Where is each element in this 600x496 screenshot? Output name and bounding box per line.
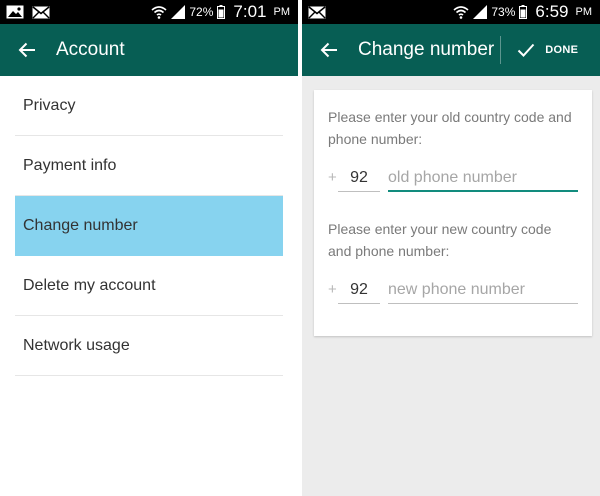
- new-number-section: Please enter your new country code and p…: [328, 218, 578, 304]
- menu-item-privacy[interactable]: Privacy: [15, 76, 283, 136]
- signal-icon: [473, 5, 488, 19]
- old-number-prompt: Please enter your old country code and p…: [328, 109, 572, 147]
- page-title: Account: [56, 39, 125, 60]
- account-screen: 72% 7:01 PM Account Privacy Payment info …: [0, 0, 298, 496]
- image-icon: [6, 5, 24, 19]
- signal-icon: [171, 5, 186, 19]
- status-bar: 72% 7:01 PM: [0, 0, 298, 24]
- old-number-section: Please enter your old country code and p…: [328, 106, 578, 192]
- page-title: Change number: [358, 39, 495, 60]
- new-country-code-input[interactable]: [338, 280, 380, 304]
- comparison-screenshot: 72% 7:01 PM Account Privacy Payment info …: [0, 0, 600, 496]
- wifi-icon: [453, 5, 469, 19]
- clock-time: 7:01: [233, 2, 267, 21]
- mail-icon: [308, 5, 326, 19]
- check-icon: [517, 43, 535, 57]
- status-bar: 73% 6:59 PM: [302, 0, 600, 24]
- clock-time: 6:59: [535, 2, 569, 21]
- wifi-icon: [151, 5, 167, 19]
- new-phone-row: +: [328, 276, 578, 304]
- arrow-back-icon[interactable]: [16, 39, 38, 61]
- battery-percent: 73%: [491, 5, 516, 19]
- old-phone-number-input[interactable]: [388, 168, 578, 192]
- plus-sign: +: [328, 169, 337, 186]
- new-number-prompt: Please enter your new country code and p…: [328, 221, 552, 259]
- old-phone-row: +: [328, 164, 578, 192]
- battery-percent: 72%: [189, 5, 214, 19]
- clock-ampm: PM: [273, 6, 291, 18]
- battery-icon: [519, 5, 528, 19]
- done-button[interactable]: DONE: [517, 43, 578, 57]
- mail-icon: [32, 5, 50, 19]
- battery-icon: [217, 5, 226, 19]
- new-phone-number-input[interactable]: [388, 280, 578, 304]
- menu-item-change-number[interactable]: Change number: [15, 196, 283, 256]
- done-label: DONE: [545, 44, 579, 56]
- arrow-back-icon[interactable]: [318, 39, 340, 61]
- clock-ampm: PM: [575, 6, 593, 18]
- old-country-code-input[interactable]: [338, 168, 380, 192]
- appbar-divider: [500, 36, 502, 64]
- change-number-form: Please enter your old country code and p…: [314, 90, 592, 336]
- account-menu: Privacy Payment info Change number Delet…: [0, 76, 298, 376]
- menu-item-payment-info[interactable]: Payment info: [15, 136, 283, 196]
- app-bar: Change number DONE: [302, 24, 600, 76]
- change-number-screen: 73% 6:59 PM Change number DONE Please en…: [302, 0, 600, 496]
- menu-item-delete-account[interactable]: Delete my account: [15, 256, 283, 316]
- menu-item-network-usage[interactable]: Network usage: [15, 316, 283, 376]
- app-bar: Account: [0, 24, 298, 76]
- plus-sign: +: [328, 281, 337, 298]
